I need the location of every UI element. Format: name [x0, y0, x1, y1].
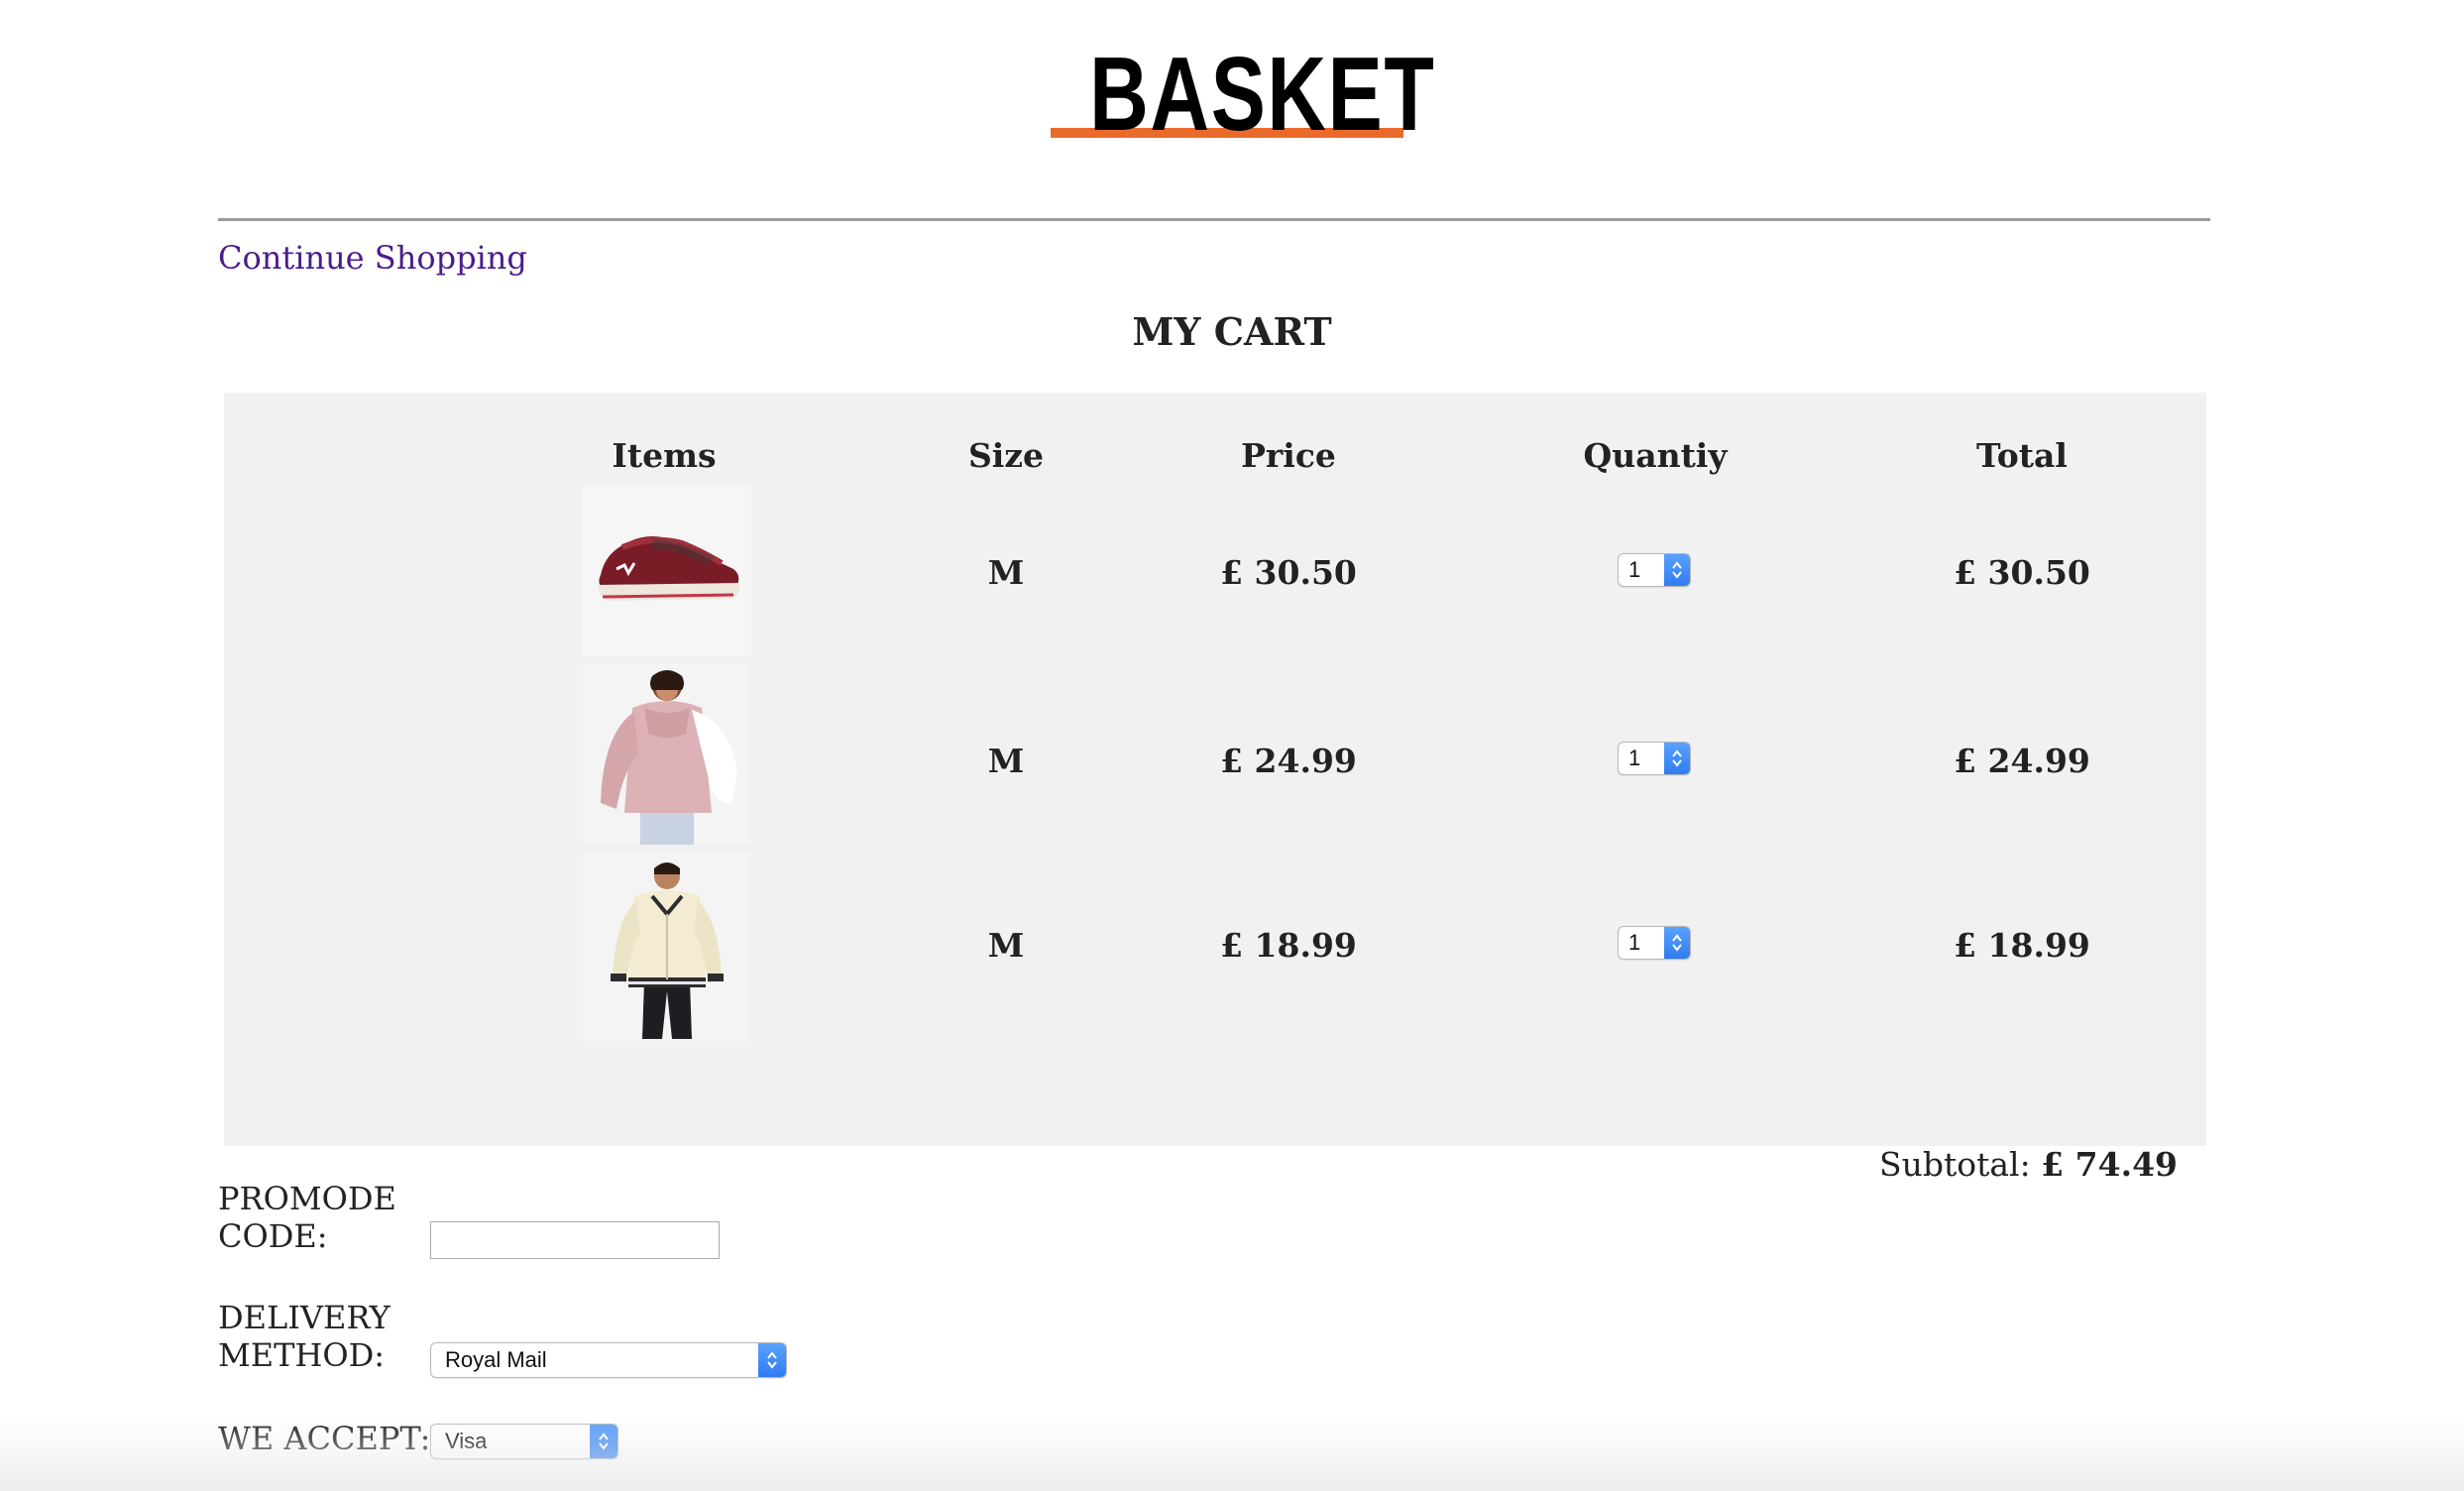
subtotal: Subtotal: £ 74.49 — [1879, 1144, 2178, 1186]
subtotal-label: Subtotal: — [1879, 1145, 2031, 1184]
page-title: MY CART — [1132, 309, 1332, 354]
continue-shopping-link[interactable]: Continue Shopping — [218, 238, 527, 278]
payment-label: WE ACCEPT: — [218, 1420, 431, 1457]
red-running-shoe-icon — [598, 536, 740, 601]
delivery-method-label-line-2: METHOD: — [218, 1336, 386, 1374]
row-3-quantity-select[interactable]: 1 — [1618, 926, 1691, 960]
column-header-price: Price — [1241, 436, 1336, 475]
row-2-quantity-select[interactable]: 1 — [1618, 742, 1691, 775]
chevron-updown-icon — [1664, 554, 1690, 586]
row-2-price: £ 24.99 — [1220, 742, 1357, 780]
row-1-total: £ 30.50 — [1954, 553, 2090, 592]
row-1-quantity-value: 1 — [1628, 557, 1641, 582]
row-3-size: M — [987, 926, 1025, 965]
chevron-updown-icon — [758, 1343, 786, 1377]
column-header-items: Items — [612, 436, 717, 475]
row-3-total: £ 18.99 — [1954, 926, 2090, 965]
payment-method-value: Visa — [445, 1429, 488, 1453]
chevron-updown-icon — [590, 1425, 617, 1458]
row-2-total: £ 24.99 — [1954, 742, 2090, 780]
row-2-size: M — [987, 742, 1025, 780]
row-2-quantity-value: 1 — [1628, 746, 1641, 770]
header-divider — [218, 218, 2210, 221]
row-1-size: M — [987, 553, 1025, 592]
row-1-quantity-select[interactable]: 1 — [1618, 553, 1691, 587]
row-3-quantity-value: 1 — [1628, 930, 1641, 955]
delivery-method-label: DELIVERY METHOD: — [218, 1299, 391, 1374]
promo-code-input[interactable] — [430, 1221, 720, 1259]
column-header-quantity: Quantiy — [1583, 436, 1728, 475]
product-image-jacket[interactable] — [583, 853, 751, 1041]
cream-bomber-jacket-icon — [611, 862, 724, 1039]
logo-text: BASKET — [1089, 36, 1436, 153]
row-3-price: £ 18.99 — [1220, 926, 1357, 965]
product-image-shoe[interactable] — [583, 486, 751, 656]
product-image-hoodie[interactable] — [583, 664, 751, 845]
promo-code-label-line-2: CODE: — [218, 1217, 328, 1255]
promo-code-label: PROMODE CODE: — [218, 1180, 396, 1255]
logo: BASKET — [1051, 36, 1436, 153]
pink-hoodie-icon — [601, 670, 737, 845]
chevron-updown-icon — [1664, 743, 1690, 774]
delivery-method-label-line-1: DELIVERY — [218, 1299, 391, 1336]
chevron-updown-icon — [1664, 927, 1690, 959]
row-1-price: £ 30.50 — [1220, 553, 1357, 592]
delivery-method-value: Royal Mail — [445, 1347, 547, 1372]
promo-code-label-line-1: PROMODE — [218, 1180, 396, 1217]
column-header-total: Total — [1976, 436, 2068, 475]
column-header-size: Size — [967, 436, 1045, 475]
payment-method-select[interactable]: Visa — [430, 1424, 618, 1459]
delivery-method-select[interactable]: Royal Mail — [430, 1342, 787, 1378]
subtotal-value: £ 74.49 — [2041, 1145, 2179, 1184]
